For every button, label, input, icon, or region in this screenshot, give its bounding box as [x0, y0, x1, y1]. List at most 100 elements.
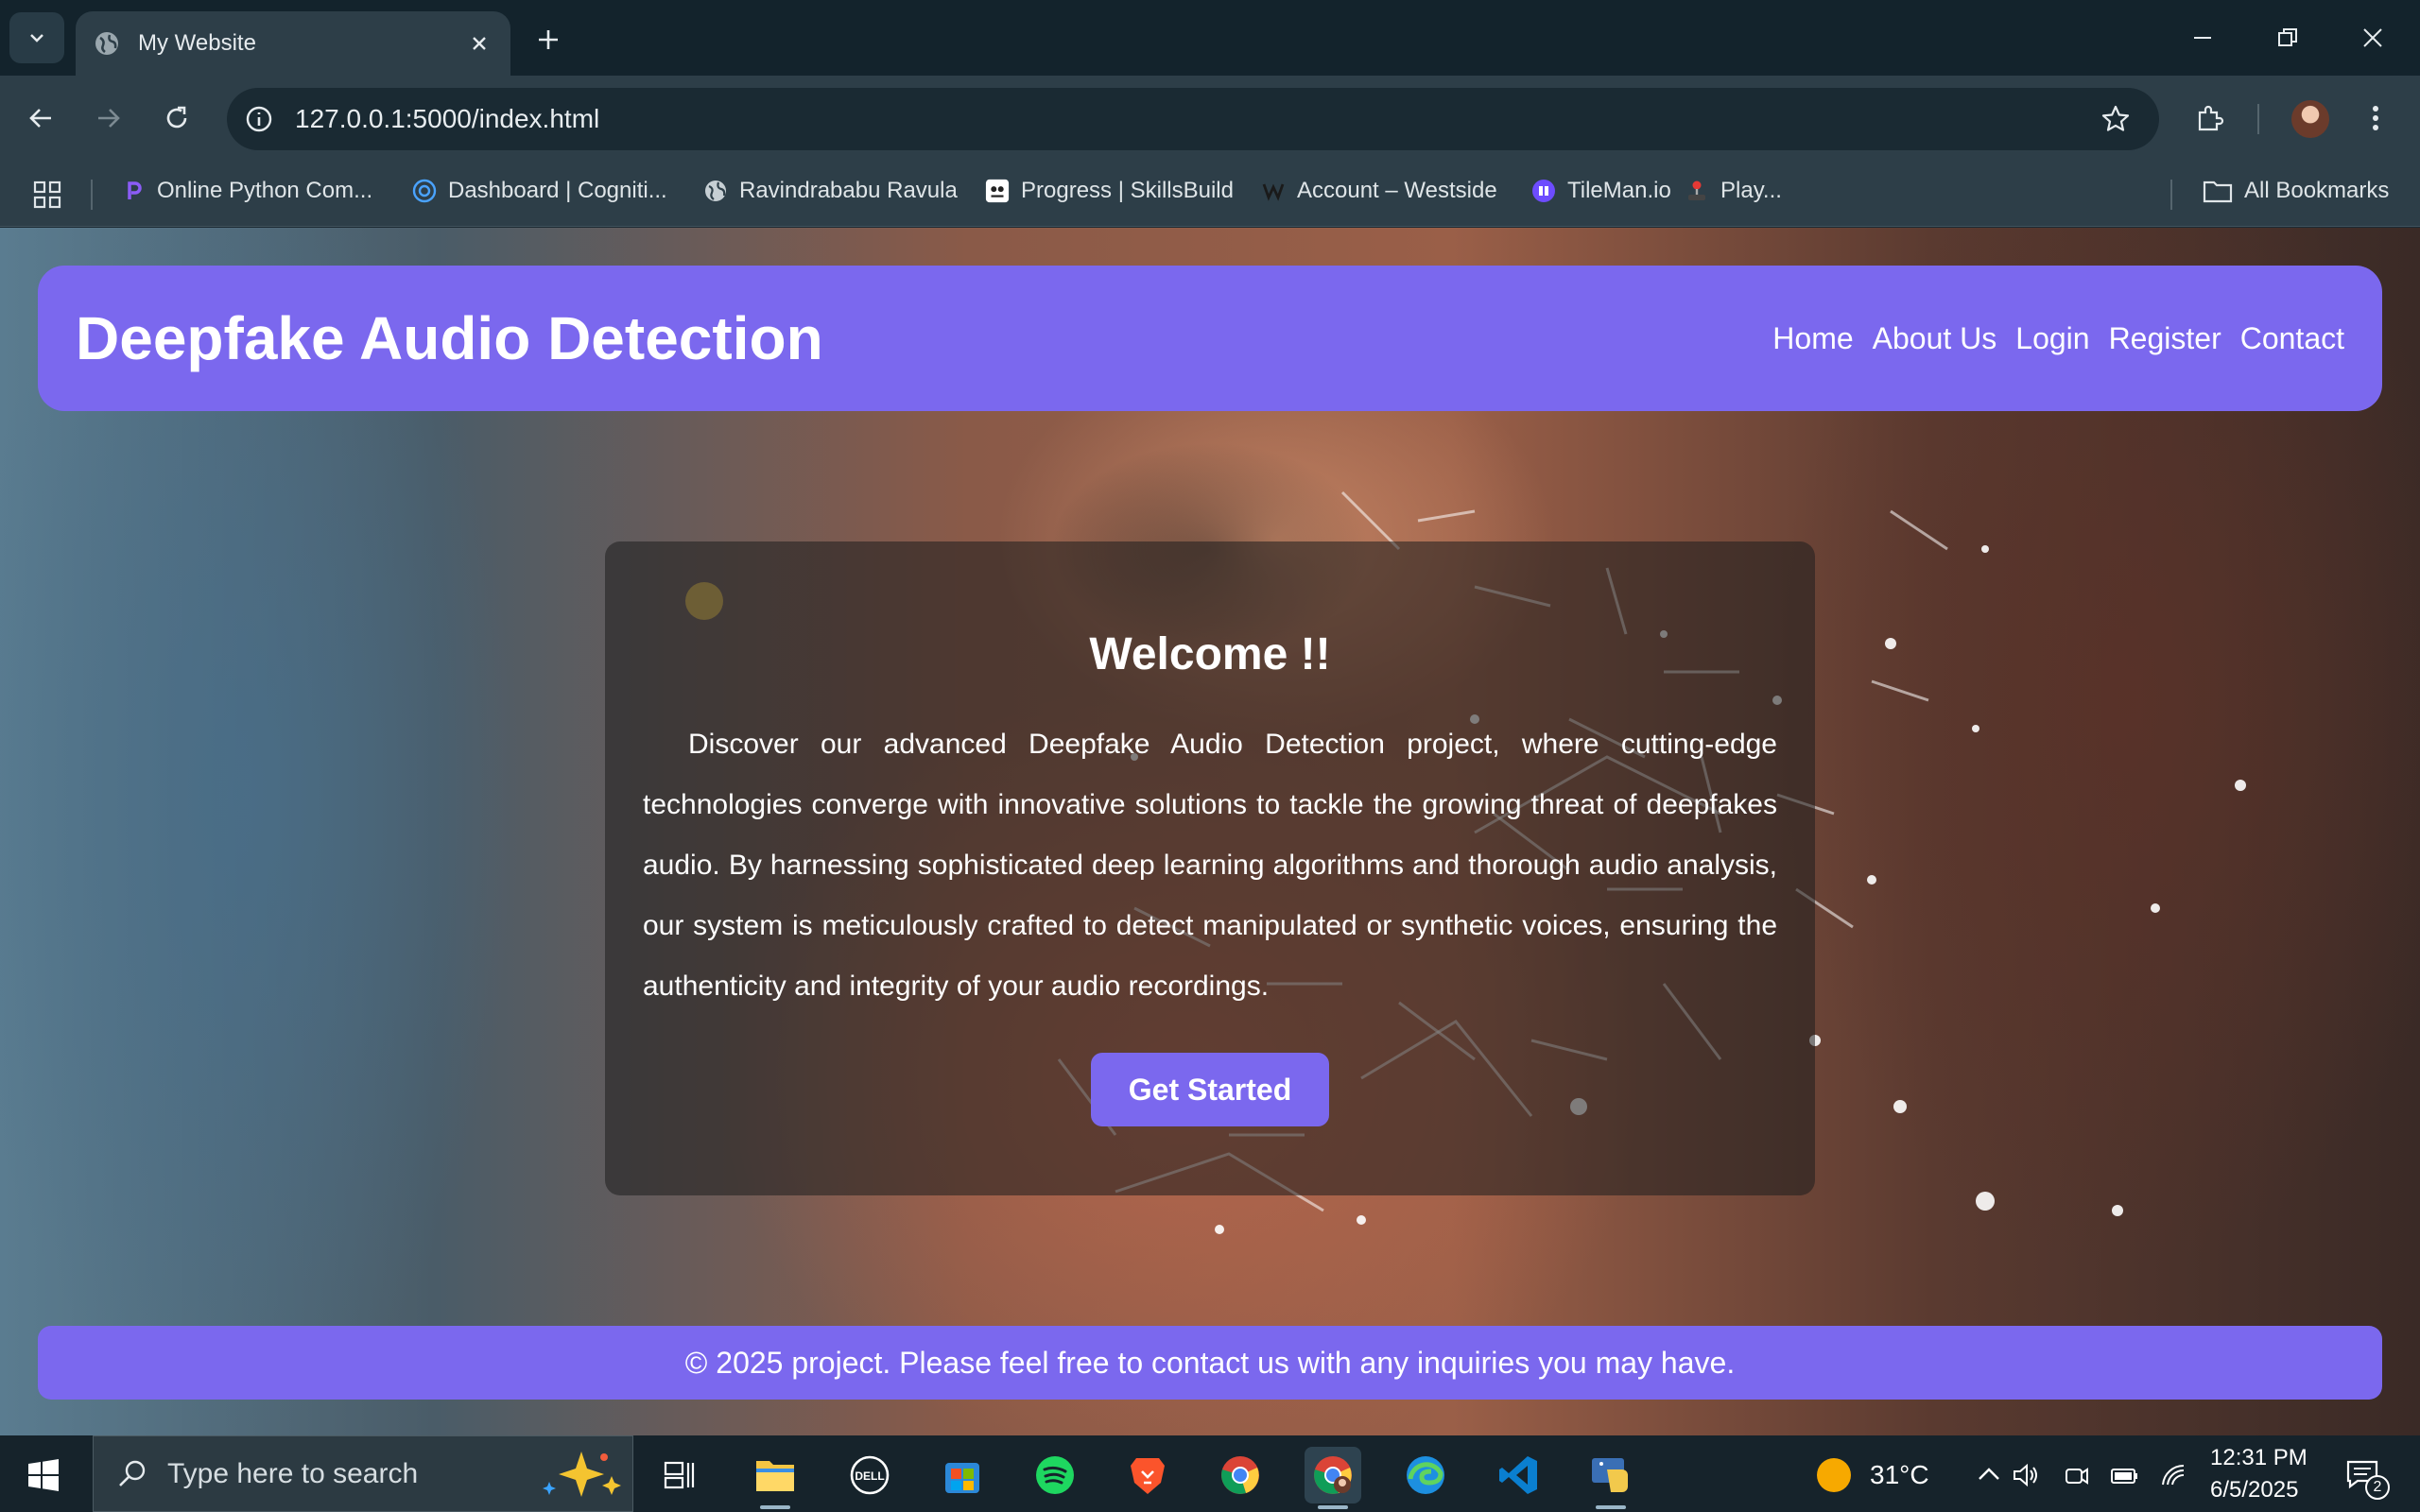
bookmark-tileman[interactable]: TileMan.io — [1531, 178, 1671, 204]
notifications-button[interactable]: 2 — [2335, 1447, 2392, 1503]
python-compiler-icon — [121, 179, 146, 203]
cognitive-class-icon — [412, 179, 437, 203]
edge-button[interactable] — [1397, 1447, 1454, 1503]
python-app-button[interactable] — [1582, 1447, 1639, 1509]
chrome-profile-icon — [1314, 1456, 1352, 1494]
bookmarks-divider — [2170, 180, 2172, 210]
volume-button[interactable] — [2002, 1447, 2049, 1503]
nav-link-login[interactable]: Login — [2015, 321, 2089, 356]
browser-tab[interactable]: My Website — [76, 11, 510, 76]
network-button[interactable] — [2150, 1447, 2197, 1503]
weather-temperature: 31°C — [1870, 1460, 1929, 1489]
clock[interactable]: 12:31 PM 6/5/2025 — [2206, 1445, 2310, 1503]
extensions-button[interactable] — [2187, 96, 2231, 140]
tab-title: My Website — [138, 30, 256, 56]
chevron-up-icon — [1979, 1468, 1999, 1480]
chrome-icon — [1221, 1456, 1259, 1494]
bookmark-label: Online Python Com... — [157, 178, 373, 203]
restore-button[interactable] — [2267, 17, 2308, 59]
back-button[interactable] — [19, 96, 62, 140]
bookmark-label: Dashboard | Cogniti... — [448, 178, 667, 203]
minimize-icon — [2194, 37, 2211, 39]
speaker-icon — [2014, 1463, 2037, 1487]
tab-search-button[interactable] — [9, 12, 64, 63]
joystick-icon — [1685, 179, 1709, 203]
clock-time: 12:31 PM — [2210, 1445, 2308, 1470]
site-info-icon[interactable] — [242, 102, 276, 136]
address-bar[interactable]: 127.0.0.1:5000/index.html — [227, 88, 2159, 150]
skillsbuild-icon — [985, 179, 1010, 203]
weather-widget[interactable] — [1806, 1447, 1862, 1503]
nav-link-register[interactable]: Register — [2109, 321, 2221, 356]
welcome-description: Discover our advanced Deepfake Audio Det… — [643, 729, 1777, 1002]
taskbar-search-box[interactable]: Type here to search — [93, 1435, 633, 1512]
file-explorer-button[interactable] — [747, 1447, 804, 1509]
close-icon — [473, 37, 486, 50]
menu-button[interactable] — [2354, 96, 2397, 140]
meet-now-button[interactable] — [2053, 1447, 2100, 1503]
microsoft-store-button[interactable] — [934, 1447, 991, 1503]
bookmark-label: Account – Westside — [1297, 178, 1497, 203]
minimize-button[interactable] — [2182, 17, 2223, 59]
notification-count: 2 — [2365, 1475, 2390, 1500]
forward-button[interactable] — [87, 96, 130, 140]
vscode-button[interactable] — [1490, 1447, 1547, 1503]
bookmark-ravindrababu[interactable]: Ravindrababu Ravula — [703, 178, 958, 204]
bookmark-label: Ravindrababu Ravula — [739, 178, 958, 203]
battery-icon — [2111, 1469, 2137, 1484]
welcome-card: Welcome !! Discover our advanced Deepfak… — [605, 541, 1815, 1195]
bookmark-online-python[interactable]: Online Python Com... — [121, 178, 372, 204]
spotify-button[interactable] — [1027, 1447, 1083, 1503]
more-vert-icon — [2373, 106, 2378, 130]
tab-close-button[interactable] — [465, 29, 493, 58]
battery-button[interactable] — [2100, 1447, 2148, 1503]
bookmark-star-button[interactable] — [2097, 100, 2135, 138]
globe-icon — [95, 32, 118, 55]
site-header: Deepfake Audio Detection Home About Us L… — [38, 266, 2382, 411]
search-placeholder: Type here to search — [167, 1457, 419, 1489]
footer-text: © 2025 project. Please feel free to cont… — [684, 1345, 1736, 1380]
search-icon — [119, 1460, 146, 1486]
folder-icon — [756, 1461, 794, 1491]
sun-icon — [1817, 1458, 1851, 1492]
close-icon — [2363, 28, 2382, 47]
bookmark-label: Progress | SkillsBuild — [1021, 178, 1234, 203]
chrome-button[interactable] — [1212, 1447, 1269, 1503]
bookmark-label: TileMan.io — [1567, 178, 1671, 203]
puzzle-icon — [2198, 105, 2224, 131]
camera-icon — [2066, 1468, 2088, 1485]
edge-icon — [1407, 1456, 1444, 1494]
all-bookmarks-button[interactable]: All Bookmarks — [2203, 178, 2389, 204]
bookmark-play[interactable]: Play... — [1685, 178, 1782, 204]
tileman-icon — [1531, 179, 1556, 203]
reload-button[interactable] — [155, 96, 199, 140]
chrome-profile-button[interactable] — [1305, 1447, 1361, 1509]
task-view-icon — [664, 1461, 695, 1489]
url-text[interactable]: 127.0.0.1:5000/index.html — [295, 104, 2097, 134]
dell-app-button[interactable]: DELL — [841, 1447, 898, 1503]
profile-avatar[interactable] — [2291, 100, 2329, 138]
get-started-button[interactable]: Get Started — [1091, 1053, 1329, 1126]
spotify-icon — [1036, 1456, 1074, 1494]
new-tab-button[interactable] — [529, 21, 567, 59]
task-view-button[interactable] — [652, 1447, 709, 1503]
bookmark-westside[interactable]: Account – Westside — [1261, 178, 1497, 204]
nav-link-about-us[interactable]: About Us — [1873, 321, 1997, 356]
nav-link-contact[interactable]: Contact — [2240, 321, 2344, 356]
close-window-button[interactable] — [2352, 17, 2394, 59]
apps-grid-icon — [33, 180, 61, 209]
brave-browser-button[interactable] — [1119, 1447, 1176, 1503]
reload-icon — [166, 106, 187, 129]
apps-button[interactable] — [32, 180, 62, 210]
store-icon — [945, 1463, 979, 1493]
page-viewport: Deepfake Audio Detection Home About Us L… — [0, 228, 2420, 1435]
svg-text:DELL: DELL — [855, 1469, 884, 1483]
copilot-sparkle-icon — [543, 1452, 621, 1497]
toolbar-divider — [2257, 104, 2259, 134]
start-button[interactable] — [15, 1447, 72, 1503]
bookmark-skillsbuild[interactable]: Progress | SkillsBuild — [985, 178, 1234, 204]
bookmark-dashboard[interactable]: Dashboard | Cogniti... — [412, 178, 667, 204]
star-icon — [2101, 105, 2130, 131]
clock-date: 6/5/2025 — [2210, 1477, 2299, 1503]
nav-link-home[interactable]: Home — [1772, 321, 1853, 356]
